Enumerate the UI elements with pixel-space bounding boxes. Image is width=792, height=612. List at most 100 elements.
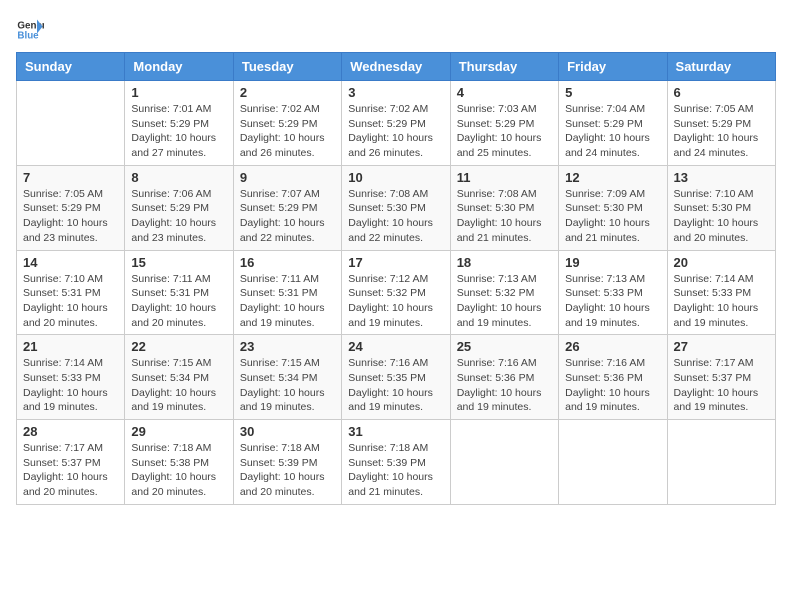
day-number: 20 — [674, 255, 769, 270]
calendar-week-row: 28 Sunrise: 7:17 AM Sunset: 5:37 PM Dayli… — [17, 420, 776, 505]
calendar-week-row: 7 Sunrise: 7:05 AM Sunset: 5:29 PM Daylig… — [17, 165, 776, 250]
day-number: 18 — [457, 255, 552, 270]
day-number: 17 — [348, 255, 443, 270]
day-number: 11 — [457, 170, 552, 185]
calendar-day-cell: 25 Sunrise: 7:16 AM Sunset: 5:36 PM Dayli… — [450, 335, 558, 420]
day-info: Sunrise: 7:18 AM Sunset: 5:39 PM Dayligh… — [348, 441, 443, 500]
calendar-day-cell: 11Sunrise: 7:08 AM Sunset: 5:30 PM Dayli… — [450, 165, 558, 250]
day-number: 7 — [23, 170, 118, 185]
calendar-day-cell: 22 Sunrise: 7:15 AM Sunset: 5:34 PM Dayli… — [125, 335, 233, 420]
header: General Blue — [16, 16, 776, 44]
calendar-day-cell: 24 Sunrise: 7:16 AM Sunset: 5:35 PM Dayli… — [342, 335, 450, 420]
logo-icon: General Blue — [16, 16, 44, 44]
day-info: Sunrise: 7:16 AM Sunset: 5:36 PM Dayligh… — [565, 356, 660, 415]
day-number: 6 — [674, 85, 769, 100]
day-info: Sunrise: 7:04 AM Sunset: 5:29 PM Dayligh… — [565, 102, 660, 161]
day-number: 30 — [240, 424, 335, 439]
calendar-day-cell: 31 Sunrise: 7:18 AM Sunset: 5:39 PM Dayli… — [342, 420, 450, 505]
calendar-day-cell — [559, 420, 667, 505]
day-number: 15 — [131, 255, 226, 270]
calendar-table: SundayMondayTuesdayWednesdayThursdayFrid… — [16, 52, 776, 505]
day-number: 26 — [565, 339, 660, 354]
day-info: Sunrise: 7:06 AM Sunset: 5:29 PM Dayligh… — [131, 187, 226, 246]
day-number: 5 — [565, 85, 660, 100]
calendar-body: 1 Sunrise: 7:01 AM Sunset: 5:29 PM Daylig… — [17, 81, 776, 505]
day-info: Sunrise: 7:15 AM Sunset: 5:34 PM Dayligh… — [131, 356, 226, 415]
day-number: 27 — [674, 339, 769, 354]
day-info: Sunrise: 7:07 AM Sunset: 5:29 PM Dayligh… — [240, 187, 335, 246]
day-number: 22 — [131, 339, 226, 354]
day-info: Sunrise: 7:18 AM Sunset: 5:39 PM Dayligh… — [240, 441, 335, 500]
logo: General Blue — [16, 16, 44, 44]
day-number: 14 — [23, 255, 118, 270]
calendar-day-cell: 14 Sunrise: 7:10 AM Sunset: 5:31 PM Dayli… — [17, 250, 125, 335]
day-number: 28 — [23, 424, 118, 439]
weekday-header-cell: Sunday — [17, 53, 125, 81]
calendar-day-cell: 17Sunrise: 7:12 AM Sunset: 5:32 PM Dayli… — [342, 250, 450, 335]
svg-text:Blue: Blue — [17, 30, 39, 41]
calendar-day-cell: 9 Sunrise: 7:07 AM Sunset: 5:29 PM Daylig… — [233, 165, 341, 250]
day-info: Sunrise: 7:05 AM Sunset: 5:29 PM Dayligh… — [23, 187, 118, 246]
day-info: Sunrise: 7:01 AM Sunset: 5:29 PM Dayligh… — [131, 102, 226, 161]
day-number: 23 — [240, 339, 335, 354]
day-info: Sunrise: 7:09 AM Sunset: 5:30 PM Dayligh… — [565, 187, 660, 246]
calendar-day-cell — [450, 420, 558, 505]
calendar-week-row: 1 Sunrise: 7:01 AM Sunset: 5:29 PM Daylig… — [17, 81, 776, 166]
day-info: Sunrise: 7:16 AM Sunset: 5:36 PM Dayligh… — [457, 356, 552, 415]
day-info: Sunrise: 7:11 AM Sunset: 5:31 PM Dayligh… — [131, 272, 226, 331]
calendar-day-cell: 20 Sunrise: 7:14 AM Sunset: 5:33 PM Dayli… — [667, 250, 775, 335]
weekday-header-cell: Saturday — [667, 53, 775, 81]
calendar-day-cell: 2Sunrise: 7:02 AM Sunset: 5:29 PM Daylig… — [233, 81, 341, 166]
day-number: 8 — [131, 170, 226, 185]
day-info: Sunrise: 7:14 AM Sunset: 5:33 PM Dayligh… — [23, 356, 118, 415]
weekday-header-row: SundayMondayTuesdayWednesdayThursdayFrid… — [17, 53, 776, 81]
calendar-day-cell: 27Sunrise: 7:17 AM Sunset: 5:37 PM Dayli… — [667, 335, 775, 420]
day-number: 31 — [348, 424, 443, 439]
weekday-header-cell: Wednesday — [342, 53, 450, 81]
day-number: 10 — [348, 170, 443, 185]
day-info: Sunrise: 7:03 AM Sunset: 5:29 PM Dayligh… — [457, 102, 552, 161]
day-number: 1 — [131, 85, 226, 100]
calendar-day-cell: 4 Sunrise: 7:03 AM Sunset: 5:29 PM Daylig… — [450, 81, 558, 166]
day-info: Sunrise: 7:13 AM Sunset: 5:32 PM Dayligh… — [457, 272, 552, 331]
calendar-day-cell: 7 Sunrise: 7:05 AM Sunset: 5:29 PM Daylig… — [17, 165, 125, 250]
calendar-day-cell: 21Sunrise: 7:14 AM Sunset: 5:33 PM Dayli… — [17, 335, 125, 420]
calendar-day-cell: 18 Sunrise: 7:13 AM Sunset: 5:32 PM Dayli… — [450, 250, 558, 335]
calendar-day-cell: 29Sunrise: 7:18 AM Sunset: 5:38 PM Dayli… — [125, 420, 233, 505]
calendar-day-cell: 19Sunrise: 7:13 AM Sunset: 5:33 PM Dayli… — [559, 250, 667, 335]
calendar-day-cell — [17, 81, 125, 166]
day-number: 29 — [131, 424, 226, 439]
calendar-day-cell: 1 Sunrise: 7:01 AM Sunset: 5:29 PM Daylig… — [125, 81, 233, 166]
calendar-day-cell: 15 Sunrise: 7:11 AM Sunset: 5:31 PM Dayli… — [125, 250, 233, 335]
day-number: 12 — [565, 170, 660, 185]
day-info: Sunrise: 7:16 AM Sunset: 5:35 PM Dayligh… — [348, 356, 443, 415]
day-info: Sunrise: 7:10 AM Sunset: 5:30 PM Dayligh… — [674, 187, 769, 246]
day-number: 9 — [240, 170, 335, 185]
day-number: 24 — [348, 339, 443, 354]
day-info: Sunrise: 7:08 AM Sunset: 5:30 PM Dayligh… — [348, 187, 443, 246]
calendar-day-cell: 26 Sunrise: 7:16 AM Sunset: 5:36 PM Dayli… — [559, 335, 667, 420]
day-number: 13 — [674, 170, 769, 185]
calendar-day-cell: 6 Sunrise: 7:05 AM Sunset: 5:29 PM Daylig… — [667, 81, 775, 166]
day-info: Sunrise: 7:14 AM Sunset: 5:33 PM Dayligh… — [674, 272, 769, 331]
day-info: Sunrise: 7:02 AM Sunset: 5:29 PM Dayligh… — [240, 102, 335, 161]
day-number: 19 — [565, 255, 660, 270]
calendar-day-cell: 10 Sunrise: 7:08 AM Sunset: 5:30 PM Dayli… — [342, 165, 450, 250]
day-info: Sunrise: 7:15 AM Sunset: 5:34 PM Dayligh… — [240, 356, 335, 415]
calendar-day-cell: 12 Sunrise: 7:09 AM Sunset: 5:30 PM Dayli… — [559, 165, 667, 250]
weekday-header-cell: Monday — [125, 53, 233, 81]
calendar-day-cell: 28 Sunrise: 7:17 AM Sunset: 5:37 PM Dayli… — [17, 420, 125, 505]
day-info: Sunrise: 7:11 AM Sunset: 5:31 PM Dayligh… — [240, 272, 335, 331]
day-info: Sunrise: 7:17 AM Sunset: 5:37 PM Dayligh… — [23, 441, 118, 500]
weekday-header-cell: Friday — [559, 53, 667, 81]
calendar-week-row: 21Sunrise: 7:14 AM Sunset: 5:33 PM Dayli… — [17, 335, 776, 420]
calendar-day-cell: 23 Sunrise: 7:15 AM Sunset: 5:34 PM Dayli… — [233, 335, 341, 420]
calendar-week-row: 14 Sunrise: 7:10 AM Sunset: 5:31 PM Dayli… — [17, 250, 776, 335]
day-info: Sunrise: 7:05 AM Sunset: 5:29 PM Dayligh… — [674, 102, 769, 161]
day-number: 3 — [348, 85, 443, 100]
day-number: 4 — [457, 85, 552, 100]
weekday-header-cell: Thursday — [450, 53, 558, 81]
day-number: 25 — [457, 339, 552, 354]
calendar-day-cell — [667, 420, 775, 505]
day-info: Sunrise: 7:10 AM Sunset: 5:31 PM Dayligh… — [23, 272, 118, 331]
